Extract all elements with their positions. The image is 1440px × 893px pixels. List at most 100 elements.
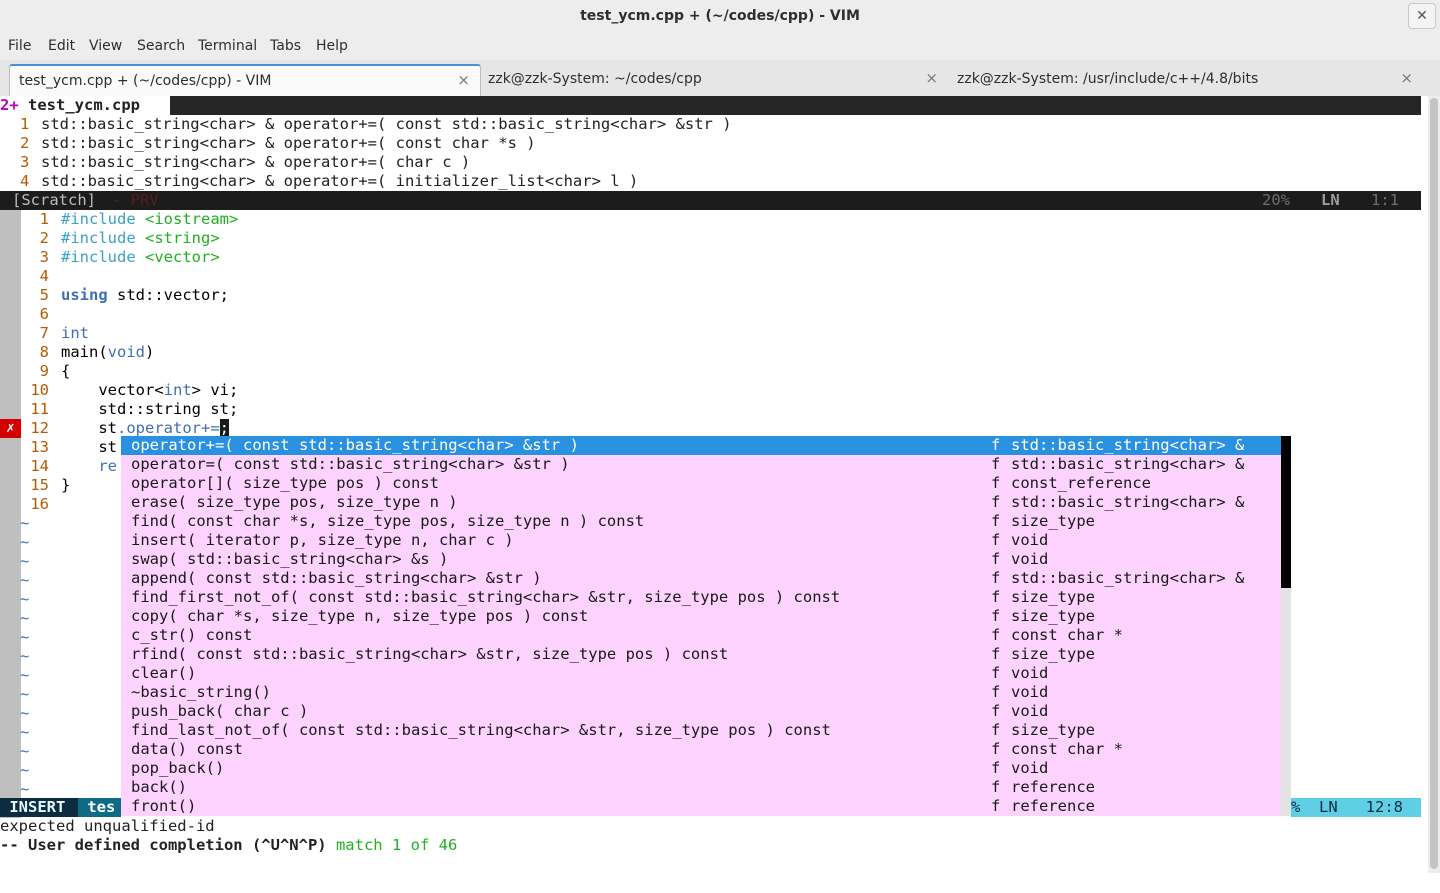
include-path: <iostream>: [145, 210, 239, 228]
completion-kind: f: [991, 607, 1001, 625]
vim-terminal[interactable]: 2+ test_ycm.cpp 1 std::basic_string<char>…: [0, 96, 1428, 873]
preview-line-number: 2: [20, 134, 30, 152]
completion-name: find_last_not_of( const std::basic_strin…: [131, 721, 831, 739]
menu-view[interactable]: View: [89, 38, 122, 54]
completion-item[interactable]: operator[]( size_type pos ) const f const_…: [121, 474, 1281, 493]
preproc-directive: #include: [61, 248, 136, 266]
completion-item[interactable]: data() const f const char *: [121, 740, 1281, 759]
completion-item[interactable]: push_back( char c ) f void: [121, 702, 1281, 721]
completion-name: find_first_not_of( const std::basic_stri…: [131, 588, 841, 606]
completion-item[interactable]: erase( size_type pos, size_type n ) f std:…: [121, 493, 1281, 512]
completion-name: operator+=( const std::basic_string<char…: [131, 436, 579, 454]
vim-tab-number: 2+: [0, 96, 19, 114]
preview-statusline: [Scratch] - PRV 20% LN 1:1: [0, 191, 1421, 210]
statusline-filename: tes: [78, 798, 121, 817]
line-number: 7: [39, 324, 49, 342]
preview-percent: 20%: [1262, 191, 1290, 209]
preview-line: 1 std::basic_string<char> & operator+=( c…: [0, 115, 1421, 134]
preview-line: 3 std::basic_string<char> & operator+=( c…: [0, 153, 1421, 172]
completion-item[interactable]: find( const char *s, size_type pos, size…: [121, 512, 1281, 531]
menu-tabs[interactable]: Tabs: [270, 38, 301, 54]
menu-help[interactable]: Help: [316, 38, 348, 54]
completion-item[interactable]: front() f reference: [121, 797, 1281, 816]
menu-edit[interactable]: Edit: [48, 38, 75, 54]
menu-terminal[interactable]: Terminal: [198, 38, 257, 54]
line-number: 15: [30, 476, 49, 494]
completion-item[interactable]: pop_back() f void: [121, 759, 1281, 778]
tab-close-icon[interactable]: ×: [925, 69, 938, 87]
completion-item[interactable]: copy( char *s, size_type n, size_type po…: [121, 607, 1281, 626]
completion-kind: f: [991, 436, 1001, 454]
completion-name: append( const std::basic_string<char> &s…: [131, 569, 542, 587]
completion-item[interactable]: find_last_not_of( const std::basic_strin…: [121, 721, 1281, 740]
empty-line-tilde: ~: [20, 780, 30, 798]
terminal-scrollbar[interactable]: [1428, 96, 1440, 873]
vim-tab-current[interactable]: 2+ test_ycm.cpp: [0, 96, 170, 115]
error-sign-icon: ✗: [0, 419, 21, 438]
tab-label: zzk@zzk-System: ~/codes/cpp: [488, 71, 702, 87]
completion-name: push_back( char c ): [131, 702, 309, 720]
preview-line-number: 4: [20, 172, 30, 190]
preview-cursor-pos: 1:1: [1371, 191, 1399, 209]
completion-type: std::basic_string<char> &: [1011, 436, 1245, 454]
completion-name: swap( std::basic_string<char> &s ): [131, 550, 449, 568]
code-text: st: [61, 419, 117, 437]
window-close-button[interactable]: ✕: [1408, 3, 1436, 29]
completion-item[interactable]: find_first_not_of( const std::basic_stri…: [121, 588, 1281, 607]
code-line: }: [61, 476, 71, 494]
completion-type: size_type: [1011, 607, 1095, 625]
error-message: expected unqualified-id: [0, 817, 215, 835]
completion-item[interactable]: ~basic_string() f void: [121, 683, 1281, 702]
completion-name: rfind( const std::basic_string<char> &st…: [131, 645, 729, 663]
completion-item[interactable]: c_str() const f const char *: [121, 626, 1281, 645]
completion-item[interactable]: back() f reference: [121, 778, 1281, 797]
match-count: match 1 of 46: [335, 836, 458, 854]
completion-item[interactable]: insert( iterator p, size_type n, char c …: [121, 531, 1281, 550]
completion-scrollbar[interactable]: [1281, 436, 1291, 816]
completion-kind: f: [991, 740, 1001, 758]
empty-line-tilde: ~: [20, 590, 30, 608]
completion-type: void: [1011, 664, 1049, 682]
completion-popup[interactable]: operator+=( const std::basic_string<char…: [121, 436, 1281, 816]
code-text: ): [145, 343, 155, 361]
empty-line-tilde: ~: [20, 609, 30, 627]
tab-include-bits[interactable]: zzk@zzk-System: /usr/include/c++/4.8/bit…: [948, 64, 1423, 95]
completion-item[interactable]: operator+=( const std::basic_string<char…: [121, 436, 1281, 455]
completion-item[interactable]: swap( std::basic_string<char> &s ) f void: [121, 550, 1281, 569]
tab-close-icon[interactable]: ×: [1400, 69, 1413, 87]
menu-file[interactable]: File: [8, 38, 31, 54]
terminal-tab-bar: test_ycm.cpp + (~/codes/cpp) - VIM × zzk…: [0, 60, 1440, 97]
tab-vim[interactable]: test_ycm.cpp + (~/codes/cpp) - VIM ×: [9, 64, 481, 97]
completion-type: size_type: [1011, 588, 1095, 606]
terminal-scroll-thumb[interactable]: [1430, 98, 1438, 869]
completion-item[interactable]: rfind( const std::basic_string<char> &st…: [121, 645, 1281, 664]
tab-close-icon[interactable]: ×: [457, 71, 470, 89]
completion-kind: f: [991, 626, 1001, 644]
completion-item[interactable]: operator=( const std::basic_string<char>…: [121, 455, 1281, 474]
code-line: std::string st;: [61, 400, 239, 418]
menu-search[interactable]: Search: [137, 38, 185, 54]
empty-line-tilde: ~: [20, 723, 30, 741]
preproc-directive: #include: [61, 210, 136, 228]
completion-kind: f: [991, 797, 1001, 815]
line-number: 5: [39, 286, 49, 304]
code-line: using std::vector;: [61, 286, 229, 304]
line-number: 16: [30, 495, 49, 513]
completion-kind: f: [991, 455, 1001, 473]
completion-kind: f: [991, 702, 1001, 720]
completion-type: void: [1011, 550, 1049, 568]
completion-scroll-thumb[interactable]: [1281, 436, 1291, 588]
tab-codes-cpp[interactable]: zzk@zzk-System: ~/codes/cpp ×: [479, 64, 948, 95]
line-number: 9: [39, 362, 49, 380]
code-line: re: [61, 457, 117, 475]
completion-kind: f: [991, 493, 1001, 511]
include-path: <vector>: [145, 248, 220, 266]
completion-item[interactable]: clear() f void: [121, 664, 1281, 683]
completion-kind: f: [991, 588, 1001, 606]
completion-type: size_type: [1011, 645, 1095, 663]
code-line: vector<int> vi;: [61, 381, 238, 399]
completion-type: void: [1011, 702, 1049, 720]
completion-kind: f: [991, 721, 1001, 739]
completion-item[interactable]: append( const std::basic_string<char> &s…: [121, 569, 1281, 588]
preview-line: 2 std::basic_string<char> & operator+=( c…: [0, 134, 1421, 153]
